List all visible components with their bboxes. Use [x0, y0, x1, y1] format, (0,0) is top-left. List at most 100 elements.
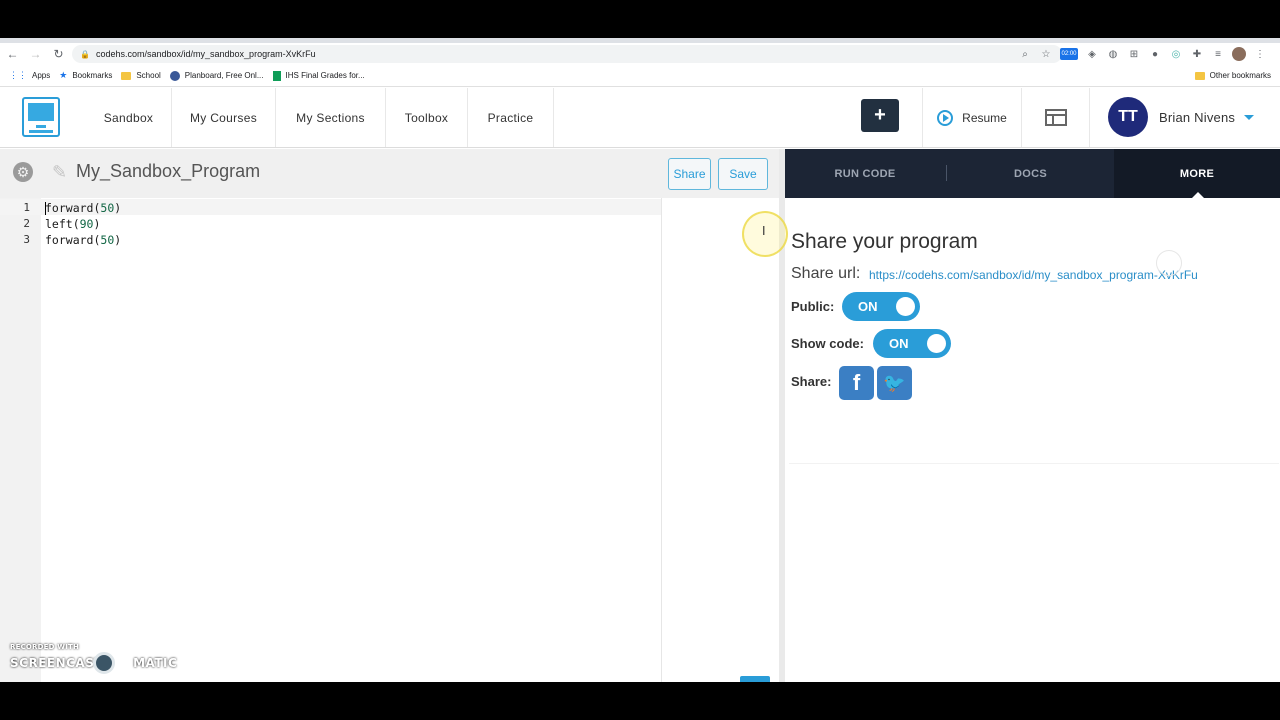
codehs-logo-icon[interactable]: [22, 97, 60, 137]
apps-grid-icon: ⋮⋮: [9, 70, 27, 80]
url-field[interactable]: 🔒 codehs.com/sandbox/id/my_sandbox_progr…: [72, 45, 1062, 63]
public-label: Public:: [791, 299, 835, 314]
line-number: 3: [23, 233, 30, 246]
other-bookmarks[interactable]: Other bookmarks: [1194, 71, 1271, 80]
star-icon: ★: [59, 70, 68, 80]
code-line[interactable]: forward(50): [45, 201, 121, 215]
codehs-navbar: Sandbox My Courses My Sections Toolbox P…: [0, 88, 1280, 148]
show-code-label: Show code:: [791, 336, 864, 351]
section-divider: [789, 463, 1279, 464]
toggle-knob: [927, 334, 946, 353]
forward-arrow-icon[interactable]: →: [25, 43, 46, 65]
loading-ring-icon: [1156, 250, 1182, 276]
browser-window-icon: [1044, 109, 1067, 126]
facebook-icon[interactable]: f: [839, 366, 874, 400]
profile-avatar[interactable]: [1232, 47, 1246, 61]
puzzle-extensions-icon[interactable]: ✚: [1190, 47, 1204, 61]
share-heading: Share your program: [791, 230, 978, 253]
bookmark-label: Bookmarks: [72, 71, 113, 80]
nav-toolbox[interactable]: Toolbox: [386, 88, 468, 147]
code-arg: 90: [79, 217, 94, 231]
sheets-icon: [272, 70, 281, 81]
code-fn: forward(: [45, 201, 101, 215]
bookmark-label: IHS Final Grades for...: [285, 71, 365, 80]
zoom-icon[interactable]: ⌕: [1018, 47, 1032, 61]
toggle-state: ON: [889, 336, 909, 351]
kebab-menu-icon[interactable]: ⋮: [1253, 47, 1267, 61]
resume-button[interactable]: Resume: [922, 88, 1022, 147]
gear-icon[interactable]: ⚙: [13, 162, 33, 182]
toggle-knob: [896, 297, 915, 316]
code-arg: 50: [100, 233, 115, 247]
bookmarks-bar: ⋮⋮ Apps ★ Bookmarks School Planboard, Fr…: [0, 65, 1280, 87]
url-text: codehs.com/sandbox/id/my_sandbox_program…: [95, 49, 316, 59]
program-title[interactable]: My_Sandbox_Program: [76, 161, 260, 182]
nav-sandbox[interactable]: Sandbox: [86, 88, 172, 147]
tab-more[interactable]: MORE: [1114, 149, 1280, 198]
nav-my-courses[interactable]: My Courses: [172, 88, 276, 147]
tab-run-code[interactable]: RUN CODE: [785, 149, 945, 198]
panel-tabs: RUN CODE DOCS MORE: [785, 149, 1280, 198]
user-name: Brian Nivens: [1159, 109, 1236, 125]
share-url-link[interactable]: https://codehs.com/sandbox/id/my_sandbox…: [869, 268, 1198, 282]
reading-list-icon[interactable]: ≡: [1211, 47, 1225, 61]
twitter-icon[interactable]: 🐦: [877, 366, 912, 400]
bookmark-apps[interactable]: ⋮⋮ Apps: [9, 70, 50, 81]
screencast-logo-icon: [93, 652, 115, 674]
extension-icon-1[interactable]: ◍: [1106, 47, 1120, 61]
address-bar: ← → ↻ 🔒 codehs.com/sandbox/id/my_sandbox…: [0, 43, 1280, 65]
share-social-label: Share:: [791, 374, 832, 389]
print-margin: [661, 198, 662, 682]
code-end: ): [114, 201, 122, 215]
bookmark-planboard[interactable]: Planboard, Free Onl...: [169, 70, 264, 81]
user-menu[interactable]: TT Brian Nivens: [1108, 97, 1255, 137]
back-arrow-icon[interactable]: ←: [2, 43, 23, 65]
code-fn: forward(: [45, 233, 101, 247]
scroll-tab[interactable]: [740, 676, 770, 682]
timer-extension-icon[interactable]: 02:00: [1060, 48, 1078, 60]
bookmark-label: Planboard, Free Onl...: [184, 71, 264, 80]
nav-my-sections[interactable]: My Sections: [276, 88, 386, 147]
extension-toolbar: ⌕ ☆ 02:00 ◈ ◍ ⊞ ● ◎ ✚ ≡ ⋮: [1018, 47, 1267, 61]
right-panel: RUN CODE DOCS MORE Share your program Sh…: [785, 149, 1280, 682]
extension-icon-3[interactable]: ●: [1148, 47, 1162, 61]
code-line[interactable]: forward(50): [45, 233, 121, 247]
avatar: TT: [1108, 97, 1148, 137]
share-button[interactable]: Share: [668, 158, 711, 190]
code-end: ): [93, 217, 101, 231]
bookmark-school[interactable]: School: [121, 71, 161, 80]
line-number: 2: [23, 217, 30, 230]
tab-separator: [946, 165, 947, 181]
screencast-watermark: RECORDED WITH SCREENCAST MATIC: [10, 643, 177, 674]
pencil-icon[interactable]: ✎: [52, 162, 67, 183]
share-url-label: Share url:: [791, 265, 861, 282]
nav-practice[interactable]: Practice: [468, 88, 554, 147]
tab-docs[interactable]: DOCS: [948, 149, 1113, 198]
bookmark-label: School: [136, 71, 161, 80]
folder-icon: [1194, 71, 1205, 80]
bookmark-bookmarks[interactable]: ★ Bookmarks: [59, 70, 112, 81]
bookmark-label: Apps: [32, 71, 51, 80]
save-button[interactable]: Save: [718, 158, 768, 190]
other-bookmarks-label: Other bookmarks: [1209, 71, 1271, 80]
code-editor-pane: ⚙ ✎ My_Sandbox_Program Share Save 1 forw…: [0, 149, 785, 682]
resume-label: Resume: [962, 110, 1007, 125]
public-toggle[interactable]: ON: [842, 292, 920, 321]
editor-header: ⚙ ✎ My_Sandbox_Program Share Save: [0, 149, 785, 198]
line-number-gutter: [0, 198, 41, 682]
watermark-screencast: SCREENCAST: [10, 656, 104, 670]
reload-icon[interactable]: ↻: [48, 43, 69, 65]
extension-icon-2[interactable]: ⊞: [1127, 47, 1141, 61]
show-code-toggle[interactable]: ON: [873, 329, 951, 358]
window-layout-button[interactable]: [1022, 88, 1090, 147]
extension-icon-4[interactable]: ◎: [1169, 47, 1183, 61]
browser-window: ← → ↻ 🔒 codehs.com/sandbox/id/my_sandbox…: [0, 38, 1280, 682]
code-line[interactable]: left(90): [45, 217, 100, 231]
toggle-state: ON: [858, 299, 878, 314]
shield-extension-icon[interactable]: ◈: [1085, 47, 1099, 61]
bookmark-ihs-grades[interactable]: IHS Final Grades for...: [272, 70, 365, 81]
code-end: ): [114, 233, 122, 247]
code-fn: left(: [45, 217, 80, 231]
bookmark-star-icon[interactable]: ☆: [1039, 47, 1053, 61]
create-new-button[interactable]: +: [861, 99, 899, 132]
